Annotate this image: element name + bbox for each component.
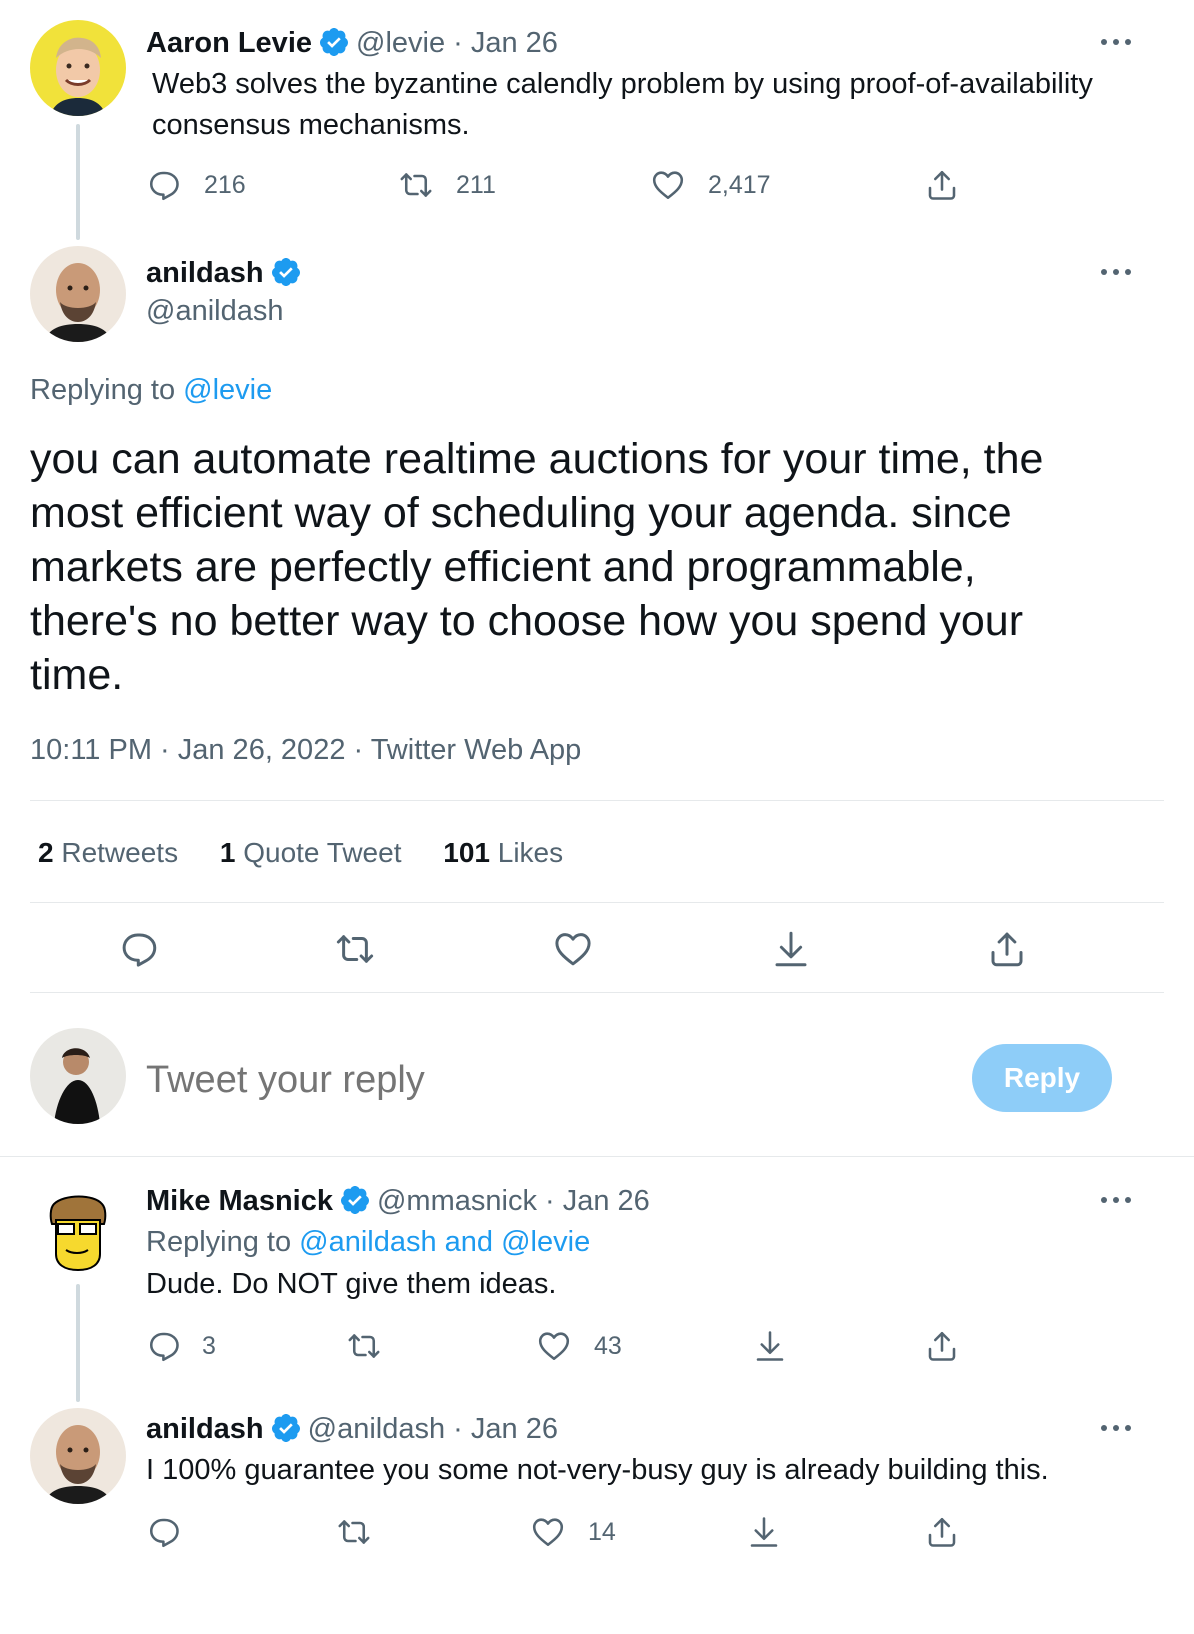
reply-icon xyxy=(146,1514,182,1550)
author-name[interactable]: Mike Masnick xyxy=(146,1185,333,1217)
avatar[interactable] xyxy=(30,1408,126,1504)
retweet-icon xyxy=(398,167,434,203)
replying-to-handles[interactable]: @anildash and @levie xyxy=(299,1226,590,1258)
tweet-text: Dude. Do NOT give them ideas. xyxy=(146,1268,557,1300)
likes-stat[interactable]: 101 Likes xyxy=(443,837,563,868)
tweet-timestamp[interactable]: 10:11 PM · Jan 26, 2022 · Twitter Web Ap… xyxy=(30,734,581,767)
reply-action[interactable]: 216 xyxy=(146,167,246,203)
tweet-header: Aaron Levie @levie · Jan 26 xyxy=(146,26,558,60)
thread-connector xyxy=(76,124,80,240)
bookmark-action[interactable] xyxy=(746,1514,782,1550)
more-options-icon[interactable] xyxy=(1096,262,1136,282)
like-action[interactable]: 2,417 xyxy=(650,167,771,203)
share-button[interactable] xyxy=(986,928,1028,970)
current-user-avatar[interactable] xyxy=(30,1028,126,1124)
thread-connector xyxy=(76,1284,80,1402)
replying-to-handle[interactable]: @levie xyxy=(183,374,272,406)
share-action[interactable] xyxy=(924,1514,960,1550)
verified-badge-icon xyxy=(270,256,302,288)
heart-icon xyxy=(530,1514,566,1550)
reply-count: 3 xyxy=(202,1331,216,1360)
author-name[interactable]: Aaron Levie xyxy=(146,27,312,59)
bookmark-download-icon xyxy=(770,928,812,970)
like-action[interactable]: 43 xyxy=(536,1328,622,1364)
share-icon xyxy=(986,928,1028,970)
reply-icon xyxy=(118,928,160,970)
heart-icon xyxy=(536,1328,572,1364)
heart-icon xyxy=(552,928,594,970)
author-name[interactable]: anildash xyxy=(146,257,264,289)
like-action[interactable]: 14 xyxy=(530,1514,616,1550)
more-options-icon[interactable] xyxy=(1096,32,1136,52)
author-handle[interactable]: @anildash xyxy=(146,295,283,328)
share-icon xyxy=(924,1328,960,1364)
retweet-icon xyxy=(334,928,376,970)
divider xyxy=(0,1156,1194,1157)
reply-submit-button[interactable]: Reply xyxy=(972,1044,1112,1112)
handle-and-date[interactable]: @anildash · Jan 26 xyxy=(308,1413,558,1445)
divider xyxy=(30,800,1164,801)
divider xyxy=(30,902,1164,903)
verified-badge-icon xyxy=(270,1412,302,1444)
share-icon xyxy=(924,167,960,203)
engagement-stats: 2 Retweets 1 Quote Tweet 101 Likes xyxy=(38,837,563,869)
bookmark-download-icon xyxy=(752,1328,788,1364)
bookmark-button[interactable] xyxy=(770,928,812,970)
reply-count: 216 xyxy=(204,170,246,199)
handle-and-date[interactable]: @levie · Jan 26 xyxy=(356,27,558,59)
retweet-action[interactable]: 211 xyxy=(398,167,496,203)
quote-tweets-stat[interactable]: 1 Quote Tweet xyxy=(220,837,402,868)
reply-icon xyxy=(146,1328,182,1364)
reply-icon xyxy=(146,167,182,203)
handle-and-date[interactable]: @mmasnick · Jan 26 xyxy=(377,1185,650,1217)
author-name[interactable]: anildash xyxy=(146,1413,264,1445)
share-action[interactable] xyxy=(924,167,960,203)
like-count: 2,417 xyxy=(708,170,771,199)
retweet-icon xyxy=(336,1514,372,1550)
retweet-count: 211 xyxy=(456,170,496,199)
like-count: 14 xyxy=(588,1517,616,1546)
like-count: 43 xyxy=(594,1331,622,1360)
replying-to: Replying to @levie xyxy=(30,374,273,406)
bookmark-action[interactable] xyxy=(752,1328,788,1364)
retweet-icon xyxy=(346,1328,382,1364)
divider xyxy=(30,992,1164,993)
main-tweet-text: you can automate realtime auctions for y… xyxy=(30,435,1044,699)
like-button[interactable] xyxy=(552,928,594,970)
reply-button[interactable] xyxy=(118,928,160,970)
reply-action[interactable] xyxy=(146,1514,182,1550)
retweet-button[interactable] xyxy=(334,928,376,970)
reply-action[interactable]: 3 xyxy=(146,1328,216,1364)
retweet-action[interactable] xyxy=(346,1328,382,1364)
tweet-header: Mike Masnick @mmasnick · Jan 26 xyxy=(146,1184,650,1218)
replying-to: Replying to @anildash and @levie xyxy=(146,1226,591,1258)
reply-input[interactable] xyxy=(146,1052,906,1108)
avatar[interactable] xyxy=(30,246,126,342)
tweet-text: Web3 solves the byzantine calendly probl… xyxy=(152,68,1093,141)
share-icon xyxy=(924,1514,960,1550)
retweets-stat[interactable]: 2 Retweets xyxy=(38,837,178,868)
verified-badge-icon xyxy=(339,1184,371,1216)
heart-icon xyxy=(650,167,686,203)
tweet-header: anildash @anildash · Jan 26 xyxy=(146,1412,558,1446)
verified-badge-icon xyxy=(318,26,350,58)
avatar[interactable] xyxy=(30,1184,126,1280)
retweet-action[interactable] xyxy=(336,1514,372,1550)
avatar[interactable] xyxy=(30,20,126,116)
share-action[interactable] xyxy=(924,1328,960,1364)
more-options-icon[interactable] xyxy=(1096,1190,1136,1210)
bookmark-download-icon xyxy=(746,1514,782,1550)
more-options-icon[interactable] xyxy=(1096,1418,1136,1438)
author-line: anildash xyxy=(146,256,308,290)
tweet-text: I 100% guarantee you some not-very-busy … xyxy=(146,1454,1049,1486)
